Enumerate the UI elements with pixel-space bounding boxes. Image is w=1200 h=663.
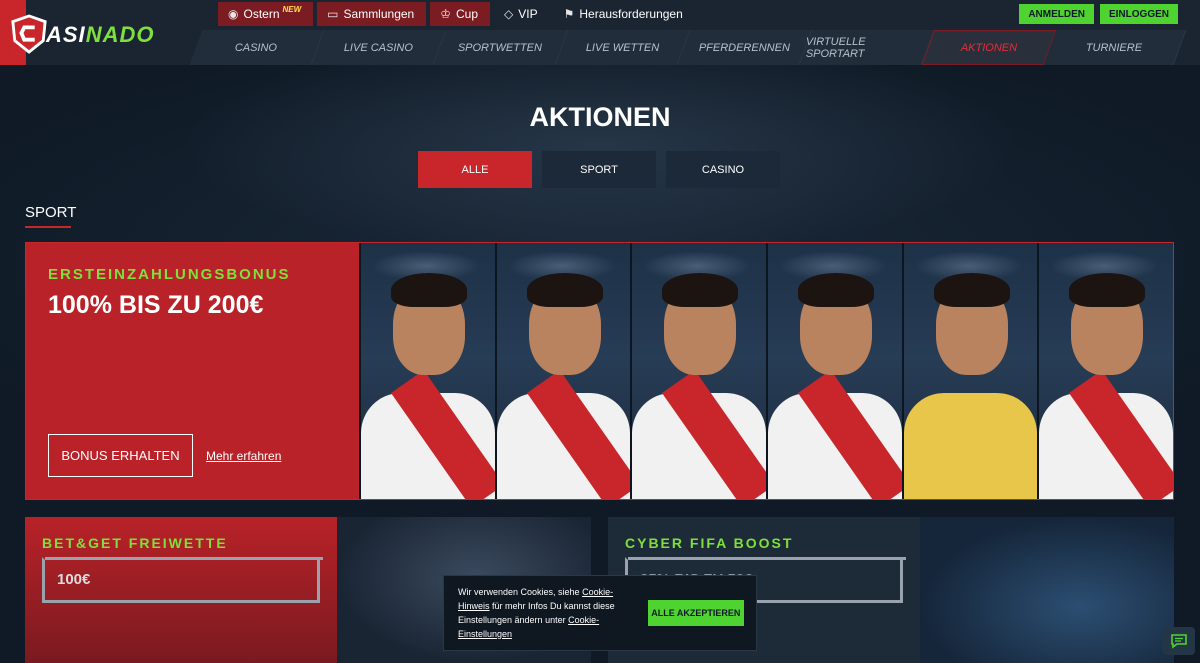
promo-kicker: ERSTEINZAHLUNGSBONUS	[48, 266, 291, 283]
player-image	[920, 517, 1174, 663]
nav-aktionen[interactable]: AKTIONEN	[921, 30, 1057, 65]
nav-label: PFERDERENNEN	[698, 41, 791, 54]
top-link-label: VIP	[518, 7, 538, 21]
globe-icon: ◉	[228, 7, 239, 21]
cookie-banner: Wir verwenden Cookies, siehe Cookie-Hinw…	[443, 575, 757, 651]
player-portrait	[901, 243, 1038, 499]
nav-casino[interactable]: CASINO	[189, 30, 325, 65]
nav-live-wetten[interactable]: LIVE WETTEN	[555, 30, 691, 65]
nav-label: LIVE CASINO	[343, 41, 414, 54]
top-link-label: Cup	[456, 7, 479, 21]
cookie-text-1: Wir verwenden Cookies, siehe	[458, 587, 580, 597]
nav-label: TURNIERE	[1086, 41, 1143, 54]
promo-filters: ALLE SPORT CASINO	[418, 151, 780, 188]
top-links: ◉ Ostern NEW ▭ Sammlungen ♔ Cup ◇ VIP ⚑ …	[218, 0, 699, 28]
top-link-vip[interactable]: ◇ VIP	[494, 2, 550, 26]
player-portrait	[494, 243, 631, 499]
first-deposit-promo-card[interactable]: ERSTEINZAHLUNGSBONUS 100% BIS ZU 200€ BO…	[25, 242, 1174, 500]
get-bonus-button[interactable]: BONUS ERHALTEN	[48, 434, 193, 477]
top-link-label: Ostern	[243, 7, 280, 21]
promo-text-panel: ERSTEINZAHLUNGSBONUS 100% BIS ZU 200€ BO…	[26, 243, 359, 499]
main-nav: CASINO LIVE CASINO SPORTWETTEN LIVE WETT…	[189, 30, 1200, 65]
nav-sportwetten[interactable]: SPORTWETTEN	[433, 30, 569, 65]
register-button[interactable]: EINLOGGEN	[1099, 4, 1178, 24]
player-portrait	[1037, 243, 1174, 499]
section-underline	[25, 226, 71, 228]
page-title: AKTIONEN	[529, 102, 671, 132]
filter-casino[interactable]: CASINO	[666, 151, 780, 188]
new-badge: NEW	[282, 4, 302, 14]
flag-icon: ⚑	[563, 7, 575, 21]
nav-label: CASINO	[235, 41, 278, 54]
promo-headline: 100% BIS ZU 200€	[48, 291, 264, 319]
nav-pferderennen[interactable]: PFERDERENNEN	[677, 30, 813, 65]
logo[interactable]: ASINADO	[0, 0, 215, 65]
logo-accent: NADO	[85, 22, 155, 47]
top-link-cup[interactable]: ♔ Cup	[430, 2, 491, 26]
book-icon: ▭	[327, 7, 339, 21]
nav-label: VIRTUELLE SPORTART	[806, 35, 866, 60]
nav-live-casino[interactable]: LIVE CASINO	[311, 30, 447, 65]
nav-label: LIVE WETTEN	[585, 41, 660, 54]
chat-bubble-icon	[1171, 634, 1187, 649]
logo-mid: ASI	[46, 22, 86, 47]
player-portrait	[630, 243, 767, 499]
section-title: SPORT	[25, 204, 77, 221]
filter-sport[interactable]: SPORT	[542, 151, 656, 188]
login-button[interactable]: ANMELDEN	[1019, 4, 1094, 24]
cookie-text: Wir verwenden Cookies, siehe Cookie-Hinw…	[458, 585, 630, 641]
nav-label: AKTIONEN	[960, 41, 1018, 54]
card-kicker: CYBER FIFA BOOST	[625, 535, 794, 551]
nav-label: SPORTWETTEN	[458, 41, 543, 54]
learn-more-link[interactable]: Mehr erfahren	[206, 449, 281, 463]
auth-buttons: ANMELDEN EINLOGGEN	[1019, 4, 1178, 24]
player-portrait	[359, 243, 495, 499]
top-link-sammlungen[interactable]: ▭ Sammlungen	[317, 2, 427, 26]
filter-all[interactable]: ALLE	[418, 151, 532, 188]
shield-logo-icon	[11, 14, 47, 54]
players-illustration	[359, 243, 1174, 499]
diamond-icon: ◇	[504, 7, 514, 21]
accept-all-cookies-button[interactable]: ALLE AKZEPTIEREN	[647, 600, 744, 626]
card-value: 100€	[57, 571, 91, 588]
nav-virtuelle-sportart[interactable]: VIRTUELLE SPORTART	[799, 30, 935, 65]
card-kicker: BET&GET FREIWETTE	[42, 535, 228, 551]
chat-icon[interactable]	[1163, 627, 1195, 655]
top-link-label: Herausforderungen	[579, 7, 683, 21]
nav-turniere[interactable]: TURNIERE	[1043, 30, 1187, 65]
trophy-icon: ♔	[440, 7, 451, 21]
top-link-label: Sammlungen	[343, 7, 415, 21]
top-link-ostern[interactable]: ◉ Ostern NEW	[218, 2, 314, 26]
logo-wordmark: ASINADO	[46, 22, 154, 48]
player-portrait	[766, 243, 902, 499]
top-bar: ASINADO ◉ Ostern NEW ▭ Sammlungen ♔ Cup …	[0, 0, 1200, 65]
top-link-herausforderungen[interactable]: ⚑ Herausforderungen	[554, 2, 695, 26]
